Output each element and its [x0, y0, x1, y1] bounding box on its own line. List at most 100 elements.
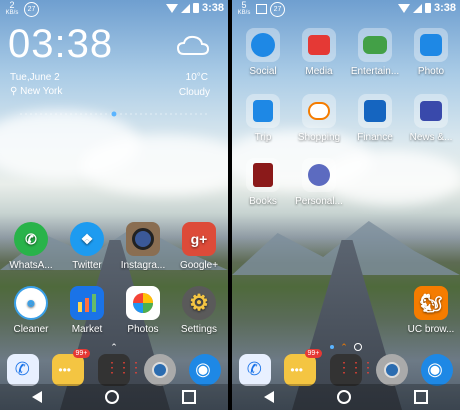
messaging-icon[interactable]: ••• 99+ — [52, 349, 91, 386]
dock: ✆ ••• 99+ ⋮⋮⋮ ◉ — [0, 349, 228, 388]
notification-badge: 27 — [24, 2, 39, 17]
folder-label: Social — [249, 66, 277, 77]
location-pin-icon: ⚲ — [10, 86, 18, 97]
chevron-up-icon[interactable]: ⌃ — [110, 342, 118, 353]
app-drawer-icon[interactable]: ⋮⋮⋮ — [329, 354, 375, 386]
app-cleaner[interactable]: ☻ Cleaner — [6, 286, 56, 335]
news-folder-icon — [414, 94, 448, 128]
camera-icon[interactable] — [375, 354, 408, 386]
date-text: Tue,June 2 — [10, 72, 60, 83]
page-dot[interactable] — [330, 345, 335, 349]
whatsapp-icon: ✆ — [14, 222, 48, 256]
status-time: 3:38 — [201, 2, 224, 14]
page-indicator: ⌃ — [0, 342, 228, 352]
folder-entertainment[interactable]: Entertain... — [350, 28, 400, 77]
status-time: 3:38 — [433, 2, 456, 14]
photo-folder-icon — [414, 28, 448, 62]
home-icon[interactable] — [336, 390, 351, 404]
cloud-icon[interactable] — [176, 34, 210, 56]
phone-icon[interactable]: ✆ — [6, 354, 39, 386]
messaging-icon[interactable]: ••• 99+ — [284, 349, 323, 386]
app-photos[interactable]: Photos — [118, 286, 168, 335]
signal-icon — [412, 3, 422, 13]
folder-label: Books — [249, 196, 277, 207]
folder-books[interactable]: Books — [238, 158, 288, 207]
app-instagram[interactable]: Instagra... — [118, 222, 168, 271]
battery-icon — [424, 3, 431, 13]
personal-folder-icon — [302, 158, 336, 192]
recents-icon[interactable] — [414, 390, 429, 404]
location: ⚲ New York — [10, 86, 62, 97]
app-label: Market — [71, 324, 103, 335]
folder-label: Media — [305, 66, 333, 77]
clock-widget[interactable]: 03:38 — [8, 22, 113, 67]
network-speed: 5 KB/s — [236, 1, 252, 17]
notification-badge: 27 — [270, 2, 285, 17]
wifi-icon — [397, 3, 410, 13]
temperature: 10°C — [185, 72, 208, 83]
page-dots: ⌃ — [232, 342, 460, 352]
settings-icon: ⚙ — [182, 286, 216, 320]
instagram-icon — [126, 222, 160, 256]
app-drawer-icon[interactable]: ⋮⋮⋮ — [97, 354, 143, 386]
app-twitter[interactable]: ❖ Twitter — [62, 222, 112, 271]
phone-icon[interactable]: ✆ — [238, 354, 271, 386]
media-folder-icon — [302, 28, 336, 62]
folder-label: Finance — [357, 132, 393, 143]
folder-label: Entertain... — [350, 66, 400, 77]
books-folder-icon — [246, 158, 280, 192]
folder-shopping[interactable]: Shopping — [294, 94, 344, 143]
network-speed-unit: KB/s — [237, 10, 251, 16]
folder-finance[interactable]: Finance — [350, 94, 400, 143]
app-market[interactable]: Market — [62, 286, 112, 335]
cloud-decor — [80, 135, 228, 195]
location-text: New York — [20, 86, 63, 97]
camera-icon[interactable] — [143, 354, 176, 386]
folder-photo[interactable]: Photo — [406, 28, 456, 77]
folder-label: News &... — [409, 132, 453, 143]
app-settings[interactable]: ⚙ Settings — [174, 286, 224, 335]
chevron-up-icon[interactable]: ⌃ — [340, 342, 348, 353]
home-icon[interactable] — [104, 390, 119, 404]
network-speed: 2 KB/s — [4, 1, 20, 17]
back-icon[interactable] — [263, 391, 274, 403]
uc-browser-icon: 🐿 — [414, 286, 448, 320]
folder-media[interactable]: Media — [294, 28, 344, 77]
social-folder-icon — [246, 28, 280, 62]
app-google-plus[interactable]: g+ Google+ — [174, 222, 224, 271]
signal-icon — [180, 3, 190, 13]
browser-globe-icon[interactable]: ◉ — [189, 354, 222, 386]
page-dot-active[interactable] — [353, 343, 362, 351]
folder-label: Trip — [254, 132, 272, 143]
folder-social[interactable]: Social — [238, 28, 288, 77]
photos-icon — [126, 286, 160, 320]
status-bar: 5 KB/s 27 3:38 — [232, 0, 460, 18]
back-icon[interactable] — [31, 391, 42, 403]
network-speed-value: 2 — [9, 0, 15, 10]
dual-homescreen: 2 KB/s 27 3:38 03:38 Tue,June 2 ⚲ New Yo… — [0, 0, 460, 410]
navigation-bar — [0, 384, 228, 410]
folder-label: Photo — [417, 66, 445, 77]
network-speed-value: 5 — [241, 0, 247, 10]
app-label: WhatsA... — [9, 260, 53, 271]
twitter-icon: ❖ — [70, 222, 104, 256]
app-label: Instagra... — [120, 260, 166, 271]
shopping-folder-icon — [302, 94, 336, 128]
recents-icon[interactable] — [182, 390, 197, 404]
folder-label: Personal... — [295, 196, 343, 207]
folder-personal[interactable]: Personal... — [294, 158, 344, 207]
image-notification-icon — [256, 4, 267, 14]
app-label: Cleaner — [13, 324, 49, 335]
folder-trip[interactable]: Trip — [238, 94, 288, 143]
left-home-screen: 2 KB/s 27 3:38 03:38 Tue,June 2 ⚲ New Yo… — [0, 0, 228, 410]
unread-badge: 99+ — [72, 349, 91, 358]
browser-globe-icon[interactable]: ◉ — [421, 354, 454, 386]
status-bar: 2 KB/s 27 3:38 — [0, 0, 228, 18]
weather-condition: Cloudy — [178, 87, 210, 98]
app-uc-browser[interactable]: 🐿 UC brow... — [406, 286, 456, 335]
app-whatsapp[interactable]: ✆ WhatsA... — [6, 222, 56, 271]
folder-label: Shopping — [297, 132, 341, 143]
market-icon — [70, 286, 104, 320]
app-label: Settings — [180, 324, 218, 335]
folder-news[interactable]: News &... — [406, 94, 456, 143]
